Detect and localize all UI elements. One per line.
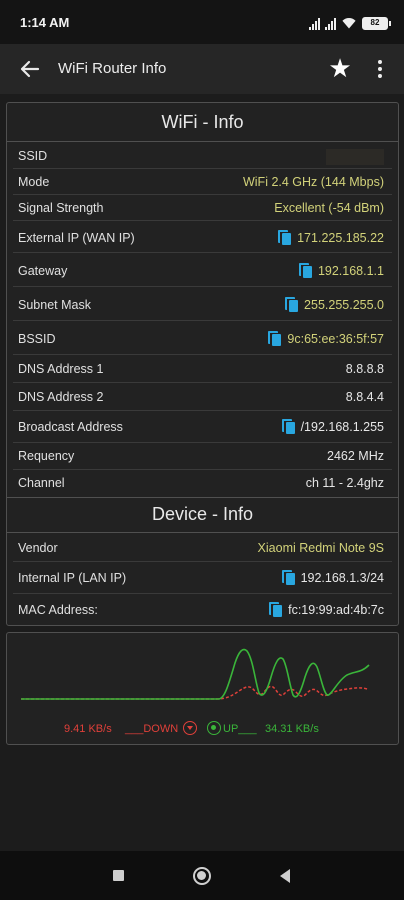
favorite-button[interactable]: ★ — [325, 53, 355, 83]
info-row-dns1: DNS Address 1 8.8.8.8 — [7, 355, 398, 383]
gateway-text: 192.168.1.1 — [317, 263, 384, 278]
row-label: DNS Address 1 — [18, 362, 104, 376]
info-row-channel: Channel ch 11 - 2.4ghz — [7, 470, 398, 496]
row-value: 171.225.185.22 — [278, 230, 384, 245]
info-row-mode: Mode WiFi 2.4 GHz (144 Mbps) — [7, 169, 398, 195]
info-row-bssid: BSSID 9c:65:ee:36:5f:57 — [7, 323, 398, 355]
row-value: ch 11 - 2.4ghz — [305, 476, 384, 490]
row-label: Mode — [18, 175, 50, 189]
system-back-button[interactable] — [280, 869, 290, 883]
status-icons: 82 — [309, 14, 391, 30]
copy-icon[interactable] — [281, 419, 295, 434]
row-label: DNS Address 2 — [18, 390, 104, 404]
star-icon: ★ — [328, 53, 352, 83]
signal-icon — [309, 18, 320, 30]
down-traffic-line — [21, 685, 368, 700]
info-row-gateway: Gateway 192.168.1.1 — [7, 255, 398, 287]
wifi-icon — [341, 18, 357, 30]
down-label: ___DOWN — [125, 723, 179, 735]
row-label: Subnet Mask — [18, 298, 91, 312]
row-label: Channel — [18, 476, 65, 490]
info-row-ssid: SSID — [7, 143, 398, 169]
info-row-wan-ip: External IP (WAN IP) 171.225.185.22 — [7, 223, 398, 253]
copy-icon[interactable] — [285, 297, 299, 312]
info-row-frequency: Requency 2462 MHz — [7, 443, 398, 470]
broadcast-text: /192.168.1.255 — [300, 419, 384, 434]
row-label: MAC Address: — [18, 603, 98, 617]
lan-ip-text: 192.168.1.3/24 — [300, 570, 384, 585]
down-speed: 9.41 KB/s — [64, 723, 112, 735]
speed-readout: 9.41 KB/s ___DOWN UP___ 34.31 KB/s — [7, 721, 398, 739]
row-value: 9c:65:ee:36:5f:57 — [268, 331, 384, 346]
battery-icon: 82 — [362, 17, 391, 30]
row-label: Requency — [18, 449, 75, 463]
row-value: 2462 MHz — [327, 449, 384, 463]
status-time: 1:14 AM — [20, 15, 70, 30]
info-row-vendor: Vendor Xiaomi Redmi Note 9S — [7, 534, 398, 562]
row-label: Vendor — [18, 541, 58, 555]
up-label: UP___ — [223, 723, 257, 735]
row-value: WiFi 2.4 GHz (144 Mbps) — [242, 175, 384, 189]
copy-icon[interactable] — [269, 602, 283, 617]
subnet-text: 255.255.255.0 — [304, 297, 384, 312]
arrow-left-icon — [20, 60, 40, 78]
info-row-lan-ip: Internal IP (LAN IP) 192.168.1.3/24 — [7, 562, 398, 594]
copy-icon[interactable] — [298, 263, 312, 278]
device-info-header: Device - Info — [151, 504, 254, 524]
row-label: Gateway — [18, 264, 68, 278]
ssid-redacted — [326, 149, 384, 165]
recent-apps-button[interactable] — [113, 870, 124, 881]
back-button[interactable] — [14, 55, 44, 83]
row-value: Excellent (-54 dBm) — [274, 201, 384, 215]
row-label: External IP (WAN IP) — [18, 231, 135, 245]
row-label: BSSID — [18, 332, 56, 346]
bssid-text: 9c:65:ee:36:5f:57 — [287, 331, 384, 346]
info-row-signal: Signal Strength Excellent (-54 dBm) — [7, 195, 398, 221]
traffic-graph-card: 9.41 KB/s ___DOWN UP___ 34.31 KB/s — [6, 632, 399, 745]
up-speed: 34.31 KB/s — [265, 723, 319, 735]
row-value: /192.168.1.255 — [281, 419, 384, 434]
row-value: 192.168.1.1 — [298, 263, 384, 278]
row-value: 8.8.8.8 — [345, 362, 384, 376]
copy-icon[interactable] — [278, 230, 292, 245]
row-value: 255.255.255.0 — [285, 297, 384, 312]
info-row-mac: MAC Address: fc:19:99:ad:4b:7c — [7, 594, 398, 626]
info-row-subnet: Subnet Mask 255.255.255.0 — [7, 289, 398, 321]
row-label: Internal IP (LAN IP) — [18, 571, 127, 585]
signal-icon — [325, 18, 336, 30]
more-options-button[interactable] — [373, 56, 387, 82]
row-value: 192.168.1.3/24 — [281, 570, 384, 585]
info-row-dns2: DNS Address 2 8.8.4.4 — [7, 383, 398, 411]
info-row-broadcast: Broadcast Address /192.168.1.255 — [7, 411, 398, 443]
row-value: fc:19:99:ad:4b:7c — [269, 602, 384, 617]
row-label: Broadcast Address — [18, 420, 123, 434]
row-value: Xiaomi Redmi Note 9S — [257, 541, 384, 555]
download-icon — [183, 721, 197, 735]
system-nav-bar — [0, 851, 404, 900]
info-card: WiFi - Info SSID Mode WiFi 2.4 GHz (144 … — [6, 102, 399, 626]
home-button[interactable] — [193, 867, 211, 885]
app-bar: WiFi Router Info ★ — [0, 44, 404, 94]
wifi-info-header: WiFi - Info — [161, 112, 244, 132]
ssid-value — [326, 149, 384, 165]
row-label: SSID — [18, 149, 48, 163]
page-title: WiFi Router Info — [58, 60, 167, 77]
copy-icon[interactable] — [281, 570, 295, 585]
upload-icon — [207, 721, 221, 735]
wan-ip-text: 171.225.185.22 — [297, 230, 384, 245]
traffic-graph — [21, 648, 370, 700]
mac-text: fc:19:99:ad:4b:7c — [288, 602, 384, 617]
status-bar: 1:14 AM 82 — [0, 0, 404, 44]
copy-icon[interactable] — [268, 331, 282, 346]
row-label: Signal Strength — [18, 201, 104, 215]
row-value: 8.8.4.4 — [345, 390, 384, 404]
